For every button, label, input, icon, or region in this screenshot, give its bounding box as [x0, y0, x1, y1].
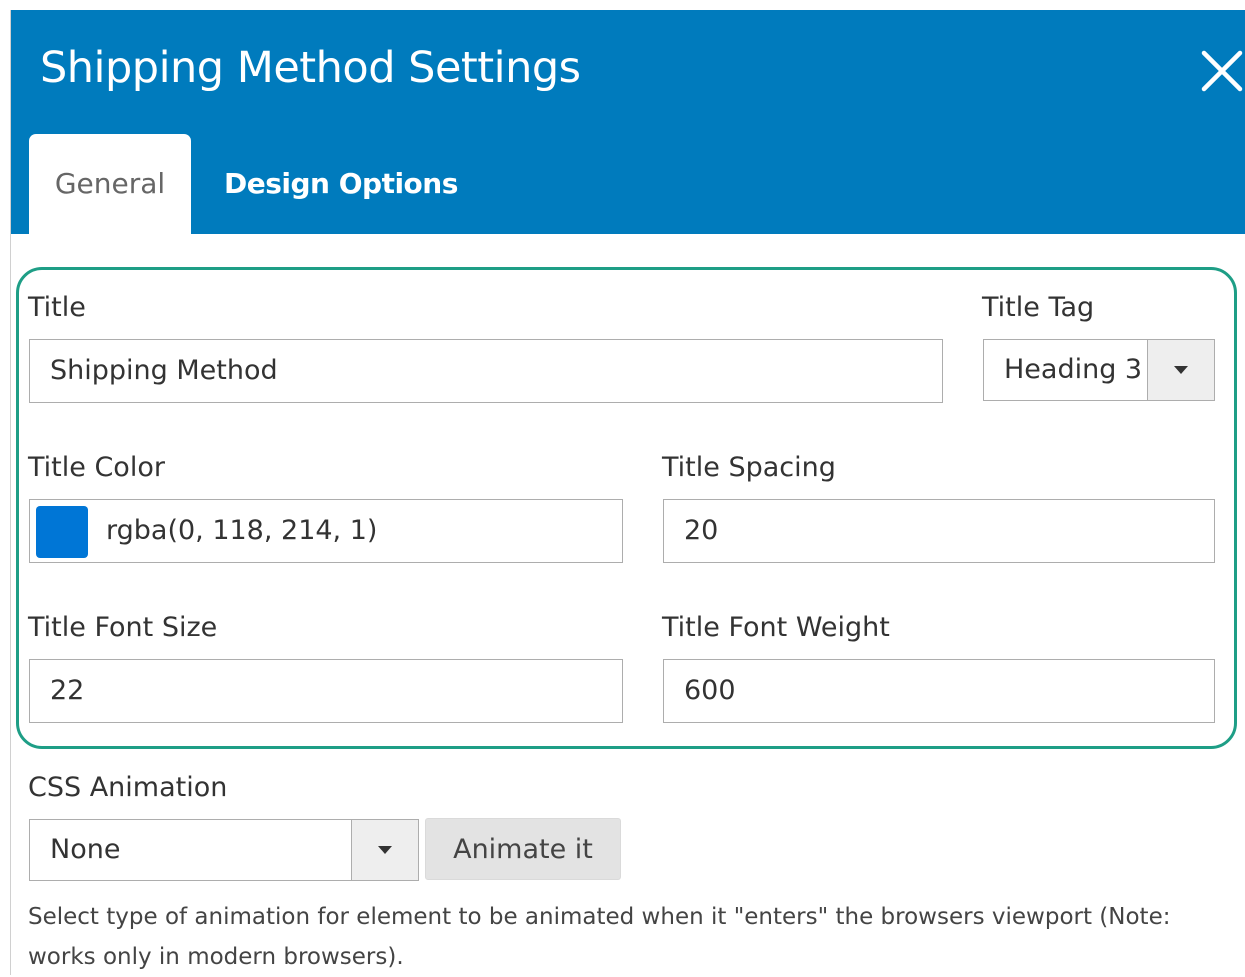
title-color-value: rgba(0, 118, 214, 1): [106, 515, 378, 546]
animate-it-button[interactable]: Animate it: [425, 818, 621, 880]
tab-general[interactable]: General: [29, 134, 191, 234]
tab-design-options[interactable]: Design Options: [224, 134, 458, 234]
css-animation-help-text: Select type of animation for element to …: [28, 904, 1171, 970]
css-animation-select[interactable]: None: [29, 819, 419, 881]
dialog-title: Shipping Method Settings: [40, 43, 581, 93]
title-tag-value: Heading 3: [1004, 354, 1143, 385]
chevron-down-icon: [1174, 366, 1188, 374]
title-font-weight-label: Title Font Weight: [662, 612, 890, 643]
title-font-size-label: Title Font Size: [28, 612, 218, 643]
title-color-label: Title Color: [28, 452, 165, 483]
css-animation-value: None: [50, 834, 121, 865]
title-tag-dropdown[interactable]: [1147, 340, 1214, 400]
color-swatch[interactable]: [36, 506, 88, 558]
title-font-size-input[interactable]: 22: [29, 659, 623, 723]
title-spacing-input[interactable]: 20: [663, 499, 1215, 563]
close-button[interactable]: [1200, 49, 1245, 95]
title-color-input[interactable]: rgba(0, 118, 214, 1): [29, 499, 623, 563]
title-tag-label: Title Tag: [982, 292, 1095, 323]
title-spacing-label: Title Spacing: [662, 452, 836, 483]
chevron-down-icon: [378, 846, 392, 854]
css-animation-label: CSS Animation: [28, 772, 228, 803]
title-label: Title: [28, 292, 86, 323]
title-font-weight-input[interactable]: 600: [663, 659, 1215, 723]
close-icon: [1201, 50, 1243, 92]
settings-panel: Shipping Method Settings General Design …: [10, 10, 1245, 975]
title-input[interactable]: Shipping Method: [29, 339, 943, 403]
dialog-header: Shipping Method Settings General Design …: [11, 10, 1245, 234]
title-tag-select[interactable]: Heading 3: [983, 339, 1215, 401]
css-animation-dropdown[interactable]: [351, 820, 418, 880]
